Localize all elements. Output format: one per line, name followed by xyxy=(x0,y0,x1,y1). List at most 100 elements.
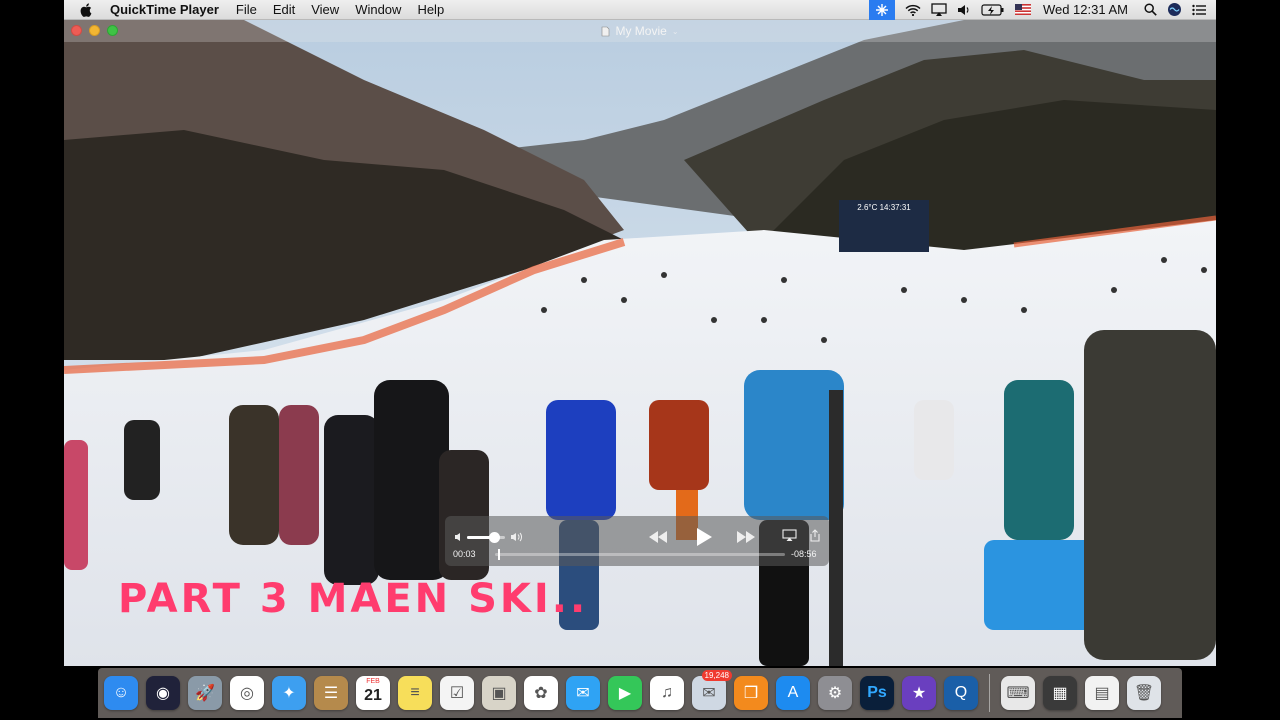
window-title: My Movie xyxy=(615,24,667,38)
glyph: ◎ xyxy=(240,685,254,702)
minimize-window-button[interactable] xyxy=(89,25,100,36)
glyph: ≡ xyxy=(410,684,420,701)
menubar-clock[interactable]: Wed 12:31 AM xyxy=(1043,2,1128,17)
right-black-margin xyxy=(1216,0,1280,720)
app-name-menu[interactable]: QuickTime Player xyxy=(110,2,219,17)
launchpad-rocket-icon[interactable]: 🚀 xyxy=(188,676,222,710)
notes-icon[interactable]: ≡ xyxy=(398,676,432,710)
finder-icon[interactable]: ☺ xyxy=(104,676,138,710)
facetime-camera-icon[interactable]: ▶ xyxy=(608,676,642,710)
document-title[interactable]: My Movie ⌄ xyxy=(601,24,679,38)
fullscreen-window-button[interactable] xyxy=(107,25,118,36)
dock: ☺ ◉ 🚀 ◎ ✦ ☰ FEB 21 ≡ ☑ ▣ ✿ ✉ ▶ ♫ ✉ 19,248 ❒ A ⚙ Ps ★ Q ⌨ ▦ ▤ 🗑 xyxy=(98,668,1182,718)
battery-icon[interactable] xyxy=(981,0,1005,20)
glyph: ☺ xyxy=(112,684,130,701)
volume-low-icon[interactable] xyxy=(453,530,465,544)
traffic-lights xyxy=(71,25,118,36)
airplay-output-icon[interactable] xyxy=(781,528,797,542)
edit-menu[interactable]: Edit xyxy=(273,2,295,17)
imovie-star-icon[interactable]: ★ xyxy=(902,676,936,710)
photoshop-icon[interactable]: Ps xyxy=(860,676,894,710)
screen-capture-icon[interactable]: ▦ xyxy=(1043,676,1077,710)
video-caption: PART 3 MAEN SKI.. xyxy=(118,576,589,622)
volume-slider-knob[interactable] xyxy=(488,532,500,543)
apple-menu-icon[interactable] xyxy=(80,2,96,17)
glyph: ☰ xyxy=(323,685,339,702)
network-activity-icon[interactable] xyxy=(868,0,895,20)
keyboard-icon[interactable]: ⌨ xyxy=(1001,676,1035,710)
chrome-icon[interactable]: ◎ xyxy=(230,676,264,710)
preview-icon[interactable]: ▣ xyxy=(482,676,516,710)
ibooks-icon[interactable]: ❒ xyxy=(734,676,768,710)
glyph: ❒ xyxy=(743,685,759,702)
timeline-scrubber[interactable] xyxy=(495,549,785,560)
remaining-time: -08:56 xyxy=(791,549,817,559)
quicktime-icon[interactable]: Q xyxy=(944,676,978,710)
glyph: ⌨ xyxy=(1006,685,1030,702)
file-menu[interactable]: File xyxy=(236,2,257,17)
fast-forward-button[interactable] xyxy=(735,527,757,547)
contacts-book-icon[interactable]: ☰ xyxy=(314,676,348,710)
share-icon[interactable] xyxy=(807,528,823,542)
left-black-margin xyxy=(0,0,64,720)
glyph: ▦ xyxy=(1052,685,1068,702)
glyph: ⚙ xyxy=(827,685,843,702)
gear-icon[interactable]: ⚙ xyxy=(818,676,852,710)
window-titlebar[interactable]: My Movie ⌄ xyxy=(64,20,1216,42)
mail-stamp-icon[interactable]: ✉ 19,248 xyxy=(692,670,732,710)
document-icon xyxy=(602,26,610,36)
rewind-button[interactable] xyxy=(647,527,669,547)
video-frame[interactable]: 2.6°C 14:37:31 xyxy=(64,20,1216,666)
volume-slider[interactable] xyxy=(467,532,505,543)
glyph: ▤ xyxy=(1094,685,1110,702)
view-menu[interactable]: View xyxy=(311,2,339,17)
glyph: ☑ xyxy=(449,685,465,702)
safari-compass-icon[interactable]: ✦ xyxy=(272,676,306,710)
siri-icon[interactable] xyxy=(1167,0,1182,20)
glyph: ▶ xyxy=(618,685,632,702)
glyph: ✿ xyxy=(534,685,548,702)
glyph: ✉ xyxy=(702,685,716,702)
elapsed-time: 00:03 xyxy=(453,549,476,559)
calendar-month: FEB xyxy=(366,678,380,685)
timeline-playhead[interactable] xyxy=(497,549,500,560)
glyph: ♫ xyxy=(661,684,673,701)
help-menu[interactable]: Help xyxy=(417,2,444,17)
wifi-icon[interactable] xyxy=(905,0,921,20)
dock-separator xyxy=(989,674,990,712)
menu-bar: QuickTime Player File Edit View Window H… xyxy=(64,0,1216,20)
document-stack-icon[interactable]: ▤ xyxy=(1085,676,1119,710)
calendar-day: 21 xyxy=(364,687,382,704)
itunes-note-icon[interactable]: ♫ xyxy=(650,676,684,710)
glyph: ✦ xyxy=(282,685,296,702)
app-label: Ps xyxy=(867,684,887,701)
close-window-button[interactable] xyxy=(71,25,82,36)
us-flag-icon[interactable] xyxy=(1014,0,1031,20)
trash-icon[interactable]: 🗑 xyxy=(1127,676,1161,710)
siri-icon[interactable]: ◉ xyxy=(146,676,180,710)
glyph: 🗑 xyxy=(1133,685,1155,702)
glyph: ★ xyxy=(911,685,927,702)
calendar-icon[interactable]: FEB 21 xyxy=(356,676,390,710)
glyph: ▣ xyxy=(491,685,507,702)
unread-badge: 19,248 xyxy=(701,670,732,681)
spotlight-icon[interactable] xyxy=(1144,0,1157,20)
scoreboard-text: 2.6°C 14:37:31 xyxy=(857,203,911,212)
glyph: 🚀 xyxy=(195,685,215,702)
title-chevron-icon: ⌄ xyxy=(671,26,679,36)
volume-high-icon[interactable] xyxy=(509,529,525,545)
window-menu[interactable]: Window xyxy=(355,2,401,17)
quicktime-window: My Movie ⌄ 2.6°C 14:37:31 00:03 -08:56 P… xyxy=(64,20,1216,666)
airplay-icon[interactable] xyxy=(931,0,947,20)
glyph: ◉ xyxy=(156,685,170,702)
notification-center-icon[interactable] xyxy=(1192,0,1206,20)
glyph: ✉ xyxy=(576,685,590,702)
app-store-icon[interactable]: A xyxy=(776,676,810,710)
playback-controller[interactable]: 00:03 -08:56 xyxy=(445,516,829,566)
reminders-icon[interactable]: ☑ xyxy=(440,676,474,710)
play-button[interactable] xyxy=(693,526,715,548)
glyph: Q xyxy=(954,684,968,701)
photos-flower-icon[interactable]: ✿ xyxy=(524,676,558,710)
volume-icon[interactable] xyxy=(957,0,971,20)
messages-bubble-icon[interactable]: ✉ xyxy=(566,676,600,710)
